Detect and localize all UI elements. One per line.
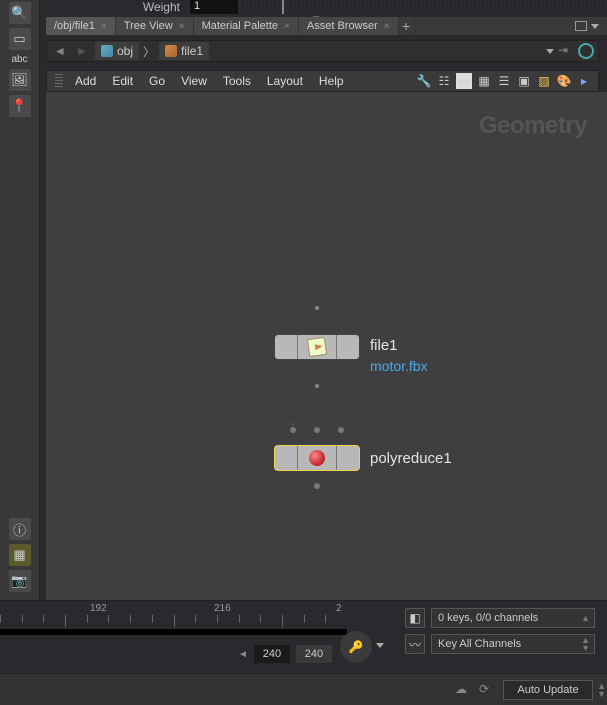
path-history-dropdown[interactable] xyxy=(546,49,554,54)
node-input-icon[interactable] xyxy=(315,306,319,310)
timeline: 192 216 2 ◄ 240 240 🔑 ◧ 0 keys, 0/0 chan… xyxy=(0,600,607,673)
keyframe-menu-icon[interactable] xyxy=(376,643,384,648)
tab-material-palette[interactable]: Material Palette× xyxy=(194,17,299,35)
back-button[interactable]: ◄ xyxy=(51,42,69,60)
menu-add[interactable]: Add xyxy=(67,74,104,88)
scope-channels-icon[interactable]: ◧ xyxy=(405,608,425,628)
close-icon[interactable]: × xyxy=(384,21,390,32)
timeline-tick-label: 2 xyxy=(336,603,342,614)
polyreduce-icon xyxy=(309,450,325,466)
key-all-channels-box[interactable]: Key All Channels▲▼ xyxy=(431,634,595,654)
tab-bar: /obj/file1× Tree View× Material Palette×… xyxy=(46,17,607,35)
color-palette-icon[interactable]: 🎨 xyxy=(556,73,572,89)
node-polyreduce1[interactable]: polyreduce1 xyxy=(274,445,360,471)
refresh-icon[interactable]: ⟳ xyxy=(479,682,495,698)
keyframe-knob[interactable]: 🔑 xyxy=(340,631,372,663)
end-frame-field[interactable]: 240 xyxy=(296,645,332,663)
node-output-icon[interactable] xyxy=(315,384,319,388)
drag-handle-icon[interactable] xyxy=(55,74,63,88)
weight-param-label: Weight xyxy=(40,0,190,14)
geo-icon xyxy=(165,45,177,57)
menu-layout[interactable]: Layout xyxy=(259,74,311,88)
menu-edit[interactable]: Edit xyxy=(104,74,141,88)
follow-selection-icon[interactable] xyxy=(578,43,594,59)
menu-go[interactable]: Go xyxy=(141,74,173,88)
frame-prev-icon[interactable]: ◄ xyxy=(238,649,248,660)
pane-split-icon[interactable] xyxy=(575,21,587,31)
forward-button[interactable]: ► xyxy=(73,42,91,60)
timeline-tick-label: 192 xyxy=(90,603,107,614)
node-polyreduce1-body[interactable] xyxy=(274,445,360,471)
menu-help[interactable]: Help xyxy=(311,74,352,88)
list-view-icon[interactable]: ▭ xyxy=(456,73,472,89)
status-bar: ☁ ⟳ Auto Update▲▼ xyxy=(0,673,607,705)
pane-menu-icon[interactable] xyxy=(591,24,599,29)
abc-label[interactable]: abc xyxy=(11,54,27,65)
node-file1-label: file1 xyxy=(370,337,398,354)
tab-tree-view[interactable]: Tree View× xyxy=(116,17,194,35)
magnify-icon[interactable]: 🔍 xyxy=(9,2,31,24)
node-file1-filename: motor.fbx xyxy=(370,358,428,374)
camera-icon[interactable]: 📷 xyxy=(9,570,31,592)
play-icon[interactable]: ▸ xyxy=(576,73,592,89)
grid-icon[interactable]: ▦ xyxy=(9,544,31,566)
left-shelf: 🔍 ▭ abc 🖼 📍 ⓘ ▦ 📷 xyxy=(0,0,40,600)
grid-view-icon[interactable]: ▦ xyxy=(476,73,492,89)
info-icon[interactable]: ⓘ xyxy=(9,518,31,540)
node-outputs[interactable] xyxy=(272,483,362,489)
path-seg-obj[interactable]: obj xyxy=(95,42,139,60)
tab-asset-browser[interactable]: Asset Browser× xyxy=(299,17,399,35)
context-title: Geometry xyxy=(479,112,587,140)
file-node-icon xyxy=(307,337,327,357)
timeline-scrollbar[interactable] xyxy=(0,629,347,635)
image-icon[interactable]: 🖼 xyxy=(9,69,31,91)
node-polyreduce1-label: polyreduce1 xyxy=(370,450,452,467)
page-icon[interactable]: ▭ xyxy=(9,28,31,50)
obj-icon xyxy=(101,45,113,57)
timeline-tick-label: 216 xyxy=(214,603,231,614)
node-file1[interactable]: file1 motor.fbx xyxy=(274,334,360,360)
node-file1-body[interactable] xyxy=(274,334,360,360)
cloud-icon[interactable]: ☁ xyxy=(455,682,471,698)
menu-view[interactable]: View xyxy=(173,74,215,88)
close-icon[interactable]: × xyxy=(284,21,290,32)
keys-info-box[interactable]: 0 keys, 0/0 channels▲ xyxy=(431,608,595,628)
channel-list-icon[interactable]: 〰 xyxy=(405,634,425,654)
node-inputs[interactable] xyxy=(272,427,362,433)
pin-icon[interactable]: 📍 xyxy=(9,95,31,117)
params-icon[interactable]: ▣ xyxy=(516,73,532,89)
table-view-icon[interactable]: ☰ xyxy=(496,73,512,89)
tab-obj-file1[interactable]: /obj/file1× xyxy=(46,17,116,35)
wrench-icon[interactable]: 🔧 xyxy=(416,73,432,89)
network-menu-bar: Add Edit Go View Tools Layout Help 🔧 ☷ ▭… xyxy=(46,70,599,92)
path-seg-file1[interactable]: file1 xyxy=(159,42,209,60)
path-bar: ◄ ► obj 〉 file1 ⇥ xyxy=(46,40,599,62)
pin-path-icon[interactable]: ⇥ xyxy=(558,43,574,59)
tree-icon[interactable]: ☷ xyxy=(436,73,452,89)
close-icon[interactable]: × xyxy=(179,21,185,32)
weight-param-value[interactable]: 1 xyxy=(190,0,238,14)
auto-update-dropdown[interactable]: Auto Update▲▼ xyxy=(503,680,593,700)
network-canvas[interactable]: Geometry file1 motor.fbx polyreduce1 xyxy=(46,92,607,600)
menu-tools[interactable]: Tools xyxy=(215,74,259,88)
sticky-icon[interactable]: ▨ xyxy=(536,73,552,89)
current-frame-field[interactable]: 240 xyxy=(254,645,290,663)
weight-param-slider[interactable] xyxy=(242,0,607,14)
close-icon[interactable]: × xyxy=(101,21,107,32)
add-tab-button[interactable]: + xyxy=(399,17,415,35)
